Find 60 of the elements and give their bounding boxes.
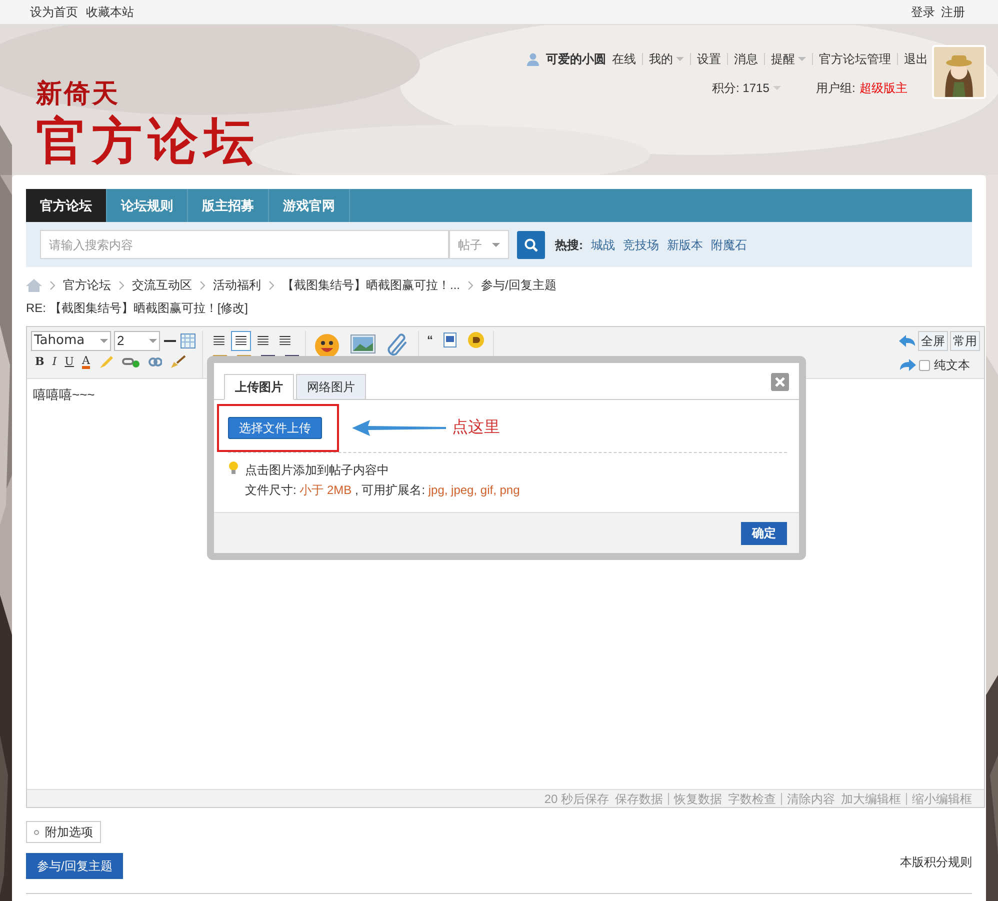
- options-button[interactable]: 附加选项: [26, 821, 101, 843]
- top-link[interactable]: 收藏本站: [86, 3, 134, 21]
- top-link[interactable]: 登录: [911, 3, 935, 21]
- nav-tab[interactable]: 官方论坛: [26, 189, 107, 222]
- bold-button[interactable]: B: [35, 354, 44, 370]
- chevron-icon: [468, 280, 474, 290]
- top-link[interactable]: 注册: [941, 3, 965, 21]
- size-dropdown[interactable]: 2: [114, 331, 160, 351]
- unlink-icon[interactable]: [148, 355, 162, 370]
- post-title: RE: 【截图集结号】晒截图赢可拉！[修改]: [26, 300, 250, 317]
- search-button[interactable]: [517, 230, 545, 258]
- hot-search-link[interactable]: 城战: [591, 236, 615, 254]
- plain-text-checkbox[interactable]: [919, 360, 930, 370]
- breadcrumb-link[interactable]: 【截图集结号】晒截图赢可拉！...: [282, 276, 460, 294]
- confirm-button[interactable]: 确定: [741, 522, 787, 544]
- rules-link[interactable]: 本版积分规则: [900, 853, 972, 871]
- dialog-tab[interactable]: 上传图片: [224, 374, 294, 400]
- autosave-text: 20 秒后保存: [544, 790, 609, 808]
- search-icon: [524, 238, 538, 252]
- submit-button[interactable]: 参与/回复主题: [26, 853, 124, 879]
- bg-color-icon[interactable]: [467, 331, 485, 349]
- editor-mode-button[interactable]: 全屏: [918, 331, 948, 351]
- brush-icon[interactable]: [170, 355, 186, 370]
- upload-button[interactable]: 选择文件上传: [228, 417, 322, 439]
- breadcrumb-link[interactable]: 参与/回复主题: [481, 276, 556, 294]
- align-left-icon[interactable]: [231, 331, 251, 351]
- underline-button[interactable]: U: [64, 354, 74, 370]
- hot-search-link[interactable]: 附魔石: [711, 236, 747, 254]
- text-color-button[interactable]: A: [82, 355, 90, 370]
- dialog-tab[interactable]: 网络图片: [296, 374, 366, 400]
- top-link[interactable]: 设为首页: [30, 3, 78, 21]
- hint-text: 点击图片添加到帖子内容中: [245, 462, 390, 479]
- hot-search-link[interactable]: 竞技场: [623, 236, 659, 254]
- chevron-icon: [269, 280, 274, 290]
- smiley-icon[interactable]: [314, 333, 340, 359]
- plain-text-label: 纯文本: [934, 357, 970, 374]
- chevron-icon: [50, 280, 55, 290]
- link-icon[interactable]: [122, 356, 140, 368]
- arrow-icon: [352, 420, 446, 436]
- breadcrumb-link[interactable]: 官方论坛: [63, 276, 111, 294]
- word-document-icon[interactable]: [443, 332, 457, 348]
- chevron-icon: [119, 280, 124, 290]
- chevron-icon: [200, 280, 205, 290]
- italic-button[interactable]: I: [52, 354, 57, 370]
- redo-icon[interactable]: [899, 358, 917, 372]
- close-icon: [775, 377, 785, 387]
- editor-mode-button[interactable]: 常用: [950, 331, 980, 351]
- breadcrumb-link[interactable]: 交流互动区: [132, 276, 192, 294]
- hot-search-link[interactable]: 新版本: [667, 236, 703, 254]
- quote-button[interactable]: “: [427, 331, 433, 349]
- close-button[interactable]: [771, 373, 789, 391]
- image-icon[interactable]: [350, 333, 376, 355]
- editor-content[interactable]: 嘻嘻嘻~~~: [33, 387, 95, 402]
- lightbulb-icon: [228, 461, 239, 475]
- breadcrumb-link[interactable]: 活动福利: [213, 276, 261, 294]
- file-size-text: 文件尺寸: 小于 2MB , 可用扩展名: jpg, jpeg, gif, png: [245, 482, 520, 499]
- annotation-text: 点这里: [452, 418, 500, 438]
- undo-icon[interactable]: [898, 334, 916, 348]
- font-dropdown[interactable]: Tahoma: [31, 331, 111, 351]
- hot-search-label: 热搜:: [555, 236, 583, 254]
